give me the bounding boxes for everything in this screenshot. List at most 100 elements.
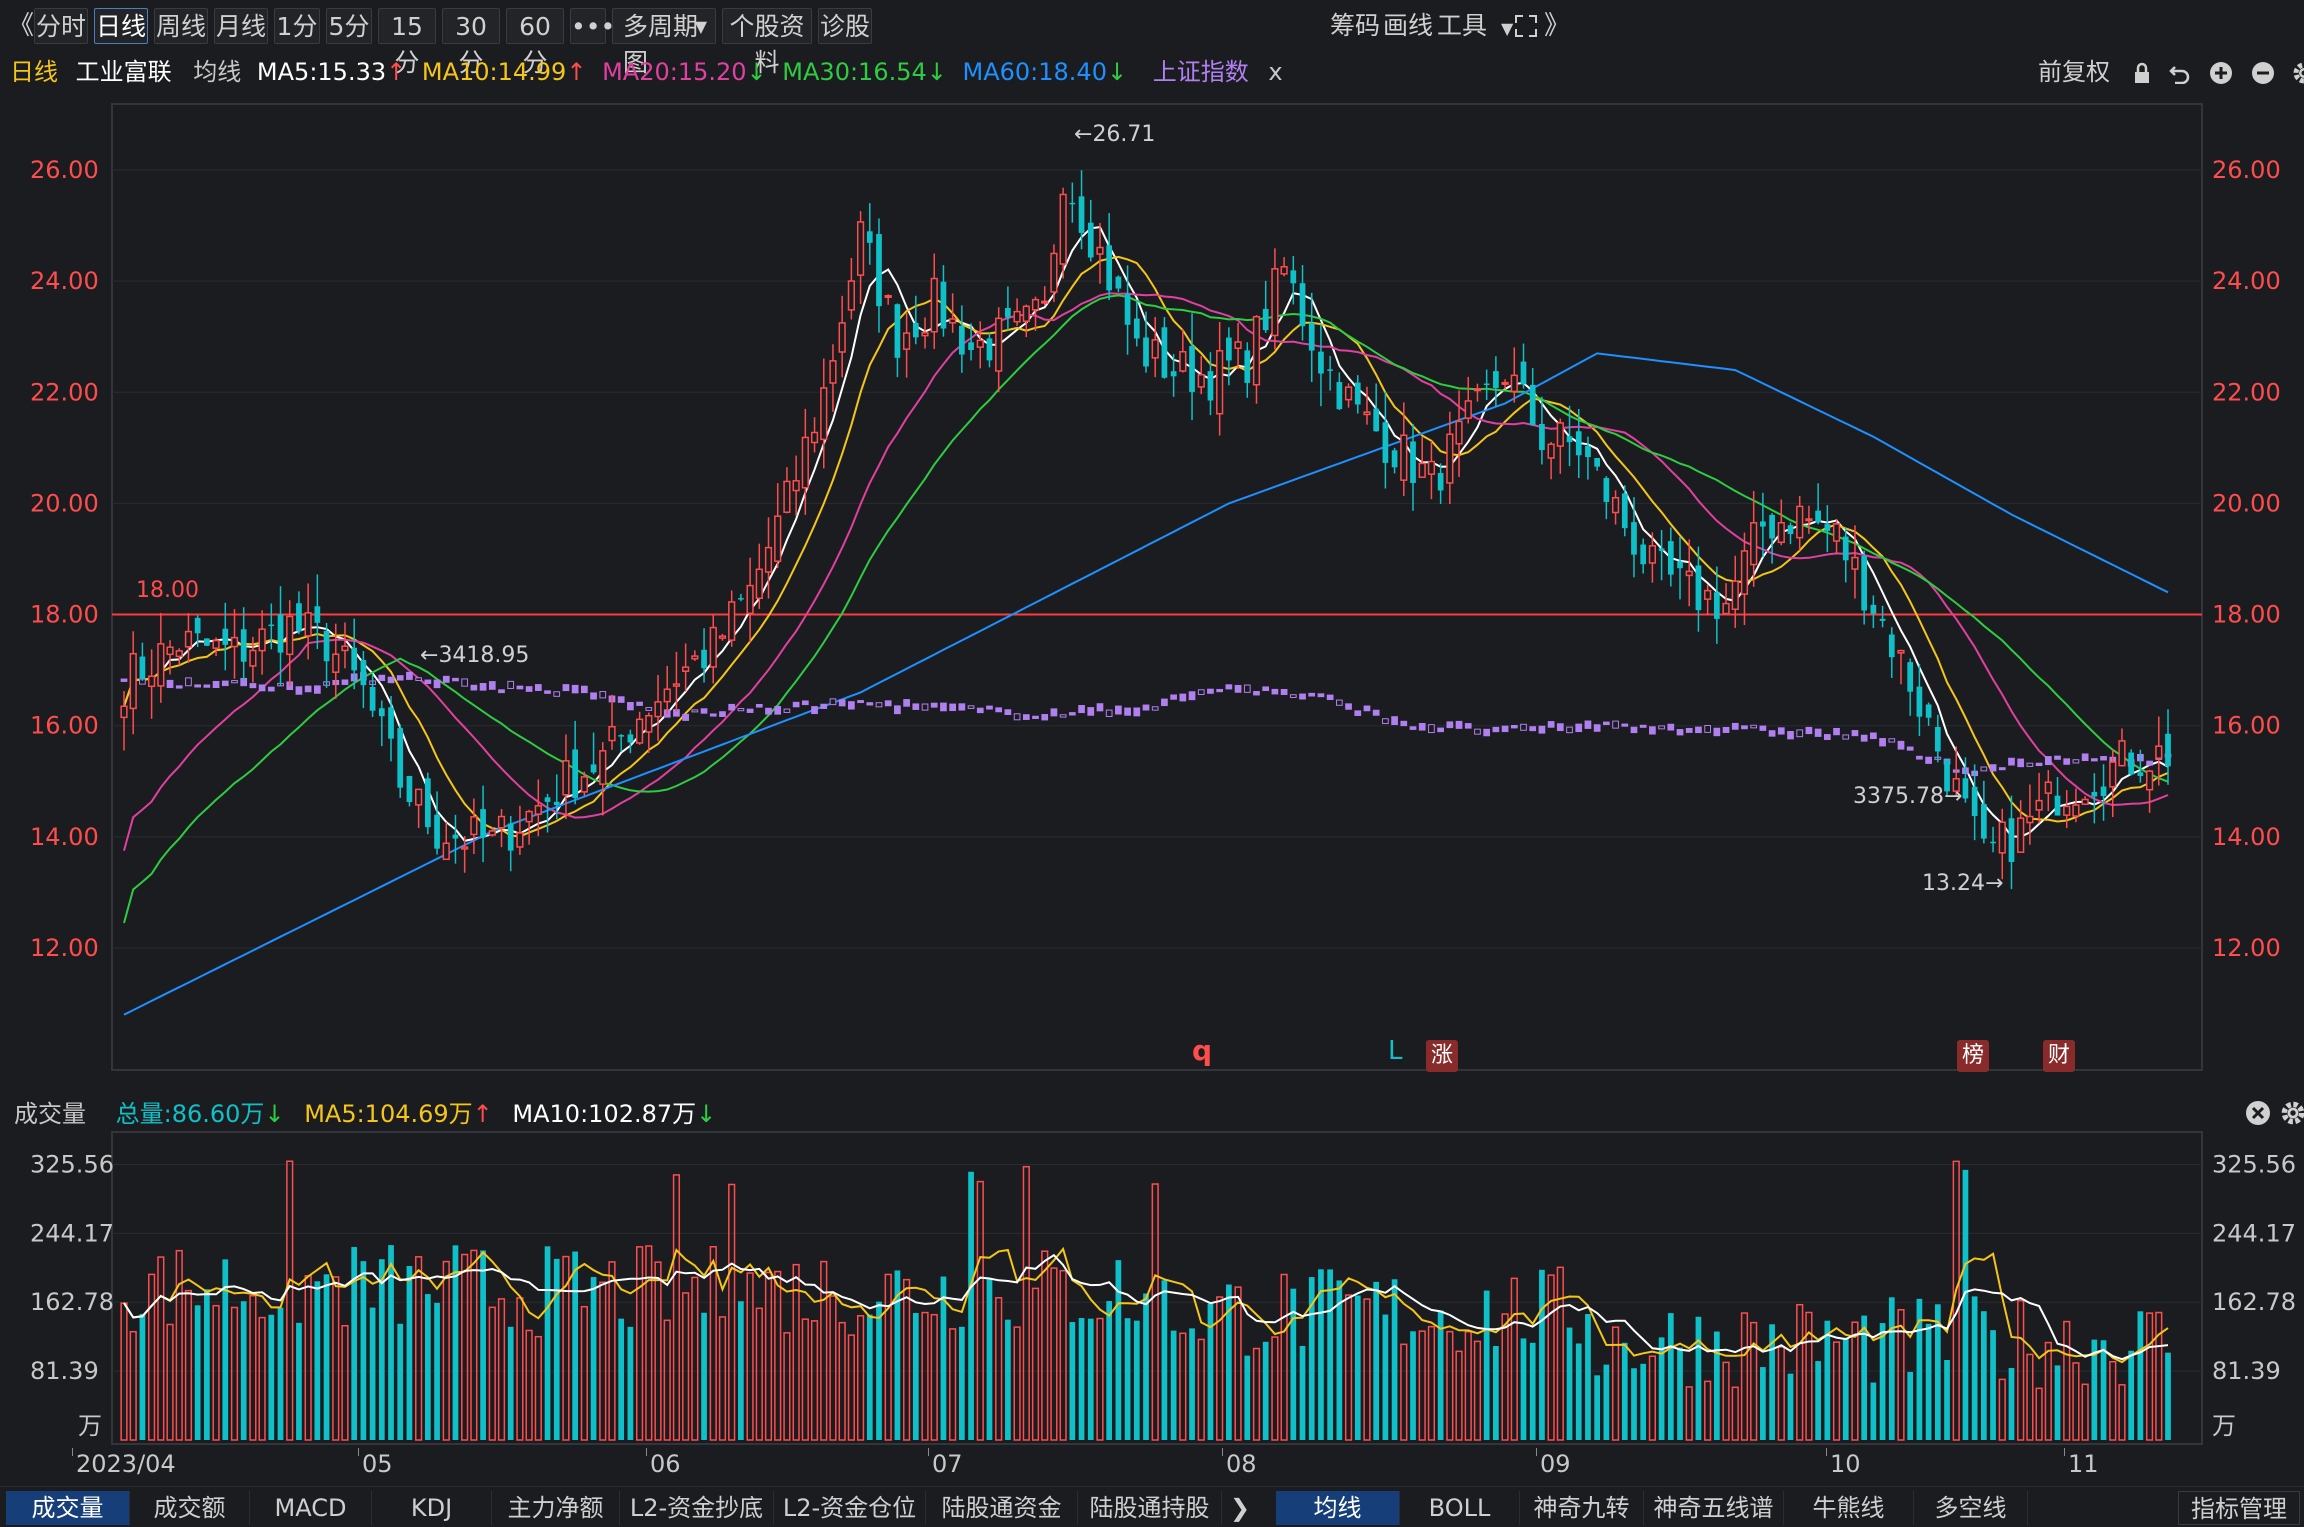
candle-body (1603, 478, 1610, 502)
event-marker-finance[interactable]: 财 (2043, 1040, 2075, 1072)
volume-chart[interactable]: 325.56 325.56 244.17 244.17 162.78 162.78 81.3… (0, 1128, 2304, 1446)
ma10-value: MA10:14.99↑ (421, 58, 587, 86)
undo-icon[interactable] (2169, 58, 2199, 86)
event-marker-q[interactable]: q (1192, 1034, 1212, 1067)
zoom-out-icon[interactable] (2251, 58, 2283, 86)
tab-main-net[interactable]: 主力净额 (492, 1491, 620, 1525)
event-marker-L[interactable]: L (1388, 1036, 1403, 1066)
settings-gear-icon[interactable] (2292, 58, 2304, 86)
index-candle (1253, 691, 1260, 696)
chip-distribution-button[interactable]: 筹码 (1330, 8, 1380, 44)
volume-settings-icon[interactable] (2280, 1100, 2304, 1130)
tab-intraday[interactable]: 分时 (34, 8, 88, 44)
index-candle (516, 685, 524, 690)
tab-long-short-line[interactable]: 多空线 (1914, 1491, 2028, 1525)
stock-profile-button[interactable]: 个股资料 (722, 8, 812, 77)
index-candle (949, 703, 957, 712)
candle (783, 467, 791, 514)
candle (1087, 199, 1094, 262)
collapse-right-icon[interactable]: 》 (1544, 8, 1570, 44)
candle (1179, 328, 1187, 373)
tab-daily[interactable]: 日线 (94, 8, 148, 44)
tab-weekly[interactable]: 周线 (154, 8, 208, 44)
multi-period-dropdown[interactable]: 多周期图 ▼ (612, 8, 716, 77)
index-candle (1078, 705, 1085, 714)
close-overlay-icon[interactable]: x (1268, 58, 1282, 86)
index-overlay-label[interactable]: 上证指数 (1153, 58, 1249, 86)
close-volume-icon[interactable] (2245, 1100, 2271, 1130)
candle (415, 788, 423, 828)
diagnose-button[interactable]: 诊股 (818, 8, 872, 44)
volume-total: 总量:86.60万↓ (115, 1100, 285, 1128)
price-tick-label-right: 12.00 (2212, 934, 2281, 962)
tab-hk-connect-funds[interactable]: 陆股通资金 (926, 1491, 1078, 1525)
lock-icon[interactable] (2132, 58, 2160, 86)
indicator-manager-button[interactable]: 指标管理 (2178, 1491, 2300, 1525)
candle (1280, 257, 1288, 277)
zoom-in-icon[interactable] (2209, 58, 2241, 86)
tab-15min[interactable]: 15分 (378, 8, 436, 77)
tab-60min[interactable]: 60分 (506, 8, 564, 77)
tab-1min[interactable]: 1分 (274, 8, 320, 44)
index-candle (1197, 689, 1205, 695)
price-chart[interactable]: 26.00 26.00 24.00 24.00 22.00 22.00 20.00 20.00… (0, 90, 2304, 1090)
tab-kdj[interactable]: KDJ (372, 1491, 492, 1525)
tab-boll[interactable]: BOLL (1400, 1491, 1520, 1525)
volume-bar (1271, 1336, 1279, 1441)
tab-5min[interactable]: 5分 (326, 8, 372, 44)
candle-body (1539, 423, 1545, 451)
volume-bar (1059, 1269, 1067, 1441)
candle (1252, 315, 1261, 404)
tab-bull-bear-line[interactable]: 牛熊线 (1784, 1491, 1914, 1525)
tab-ma-overlay[interactable]: 均线 (1276, 1491, 1400, 1525)
tools-menu-button[interactable]: 工具 ▼ (1437, 8, 1513, 44)
tab-volume[interactable]: 成交量 (6, 1491, 130, 1525)
price-tick-label-left: 24.00 (30, 267, 99, 295)
tab-30min[interactable]: 30分 (442, 8, 500, 77)
volume-bar (1382, 1314, 1389, 1440)
tab-turnover[interactable]: 成交额 (130, 1491, 250, 1525)
candle (1050, 244, 1058, 303)
tab-monthly[interactable]: 月线 (214, 8, 268, 44)
tab-macd[interactable]: MACD (250, 1491, 372, 1525)
candle-body (618, 735, 625, 737)
candle-body (1861, 555, 1868, 611)
candle (1189, 313, 1195, 421)
volume-bar (847, 1334, 855, 1441)
index-candle (1547, 721, 1555, 728)
tab-l2-bottom[interactable]: L2-资金抄底 (620, 1491, 774, 1525)
index-candle (1529, 726, 1537, 732)
index-candle (2146, 760, 2153, 766)
index-candle (442, 675, 450, 683)
tab-magic-five-lines[interactable]: 神奇五线谱 (1644, 1491, 1784, 1525)
candle (1041, 286, 1049, 306)
tab-l2-position[interactable]: L2-资金仓位 (774, 1491, 926, 1525)
adjust-mode-button[interactable]: 前复权 (2038, 58, 2110, 86)
tab-hk-connect-holdings[interactable]: 陆股通持股 (1078, 1491, 1222, 1525)
volume-bar (148, 1273, 156, 1441)
tab-magic-nine[interactable]: 神奇九转 (1520, 1491, 1644, 1525)
volume-bar (1944, 1359, 1950, 1440)
candle-body (1133, 318, 1140, 339)
candle-body (738, 598, 744, 600)
candle (1078, 170, 1085, 250)
date-tick-mark (2064, 1448, 2065, 1456)
collapse-left-icon[interactable]: 《 (8, 8, 34, 44)
candle-body (1740, 550, 1749, 595)
more-periods-button[interactable]: ••• (570, 8, 615, 44)
volume-bar (1621, 1342, 1628, 1440)
event-marker-limit-up[interactable]: 涨 (1426, 1040, 1458, 1072)
index-candle (1566, 726, 1573, 734)
volume-bar (645, 1245, 653, 1441)
volume-bar (701, 1312, 707, 1440)
tabs-scroll-right-icon[interactable]: ❯ (1222, 1491, 1258, 1525)
event-marker-ranking[interactable]: 榜 (1957, 1040, 1989, 1072)
candle-body (949, 318, 957, 324)
volume-bar (1096, 1317, 1104, 1441)
candle-body (572, 749, 579, 798)
candle (838, 295, 846, 378)
draw-line-button[interactable]: 画线 (1383, 8, 1433, 44)
fullscreen-icon[interactable] (1514, 8, 1540, 44)
candle (1299, 265, 1306, 341)
volume-bar (1179, 1332, 1187, 1441)
